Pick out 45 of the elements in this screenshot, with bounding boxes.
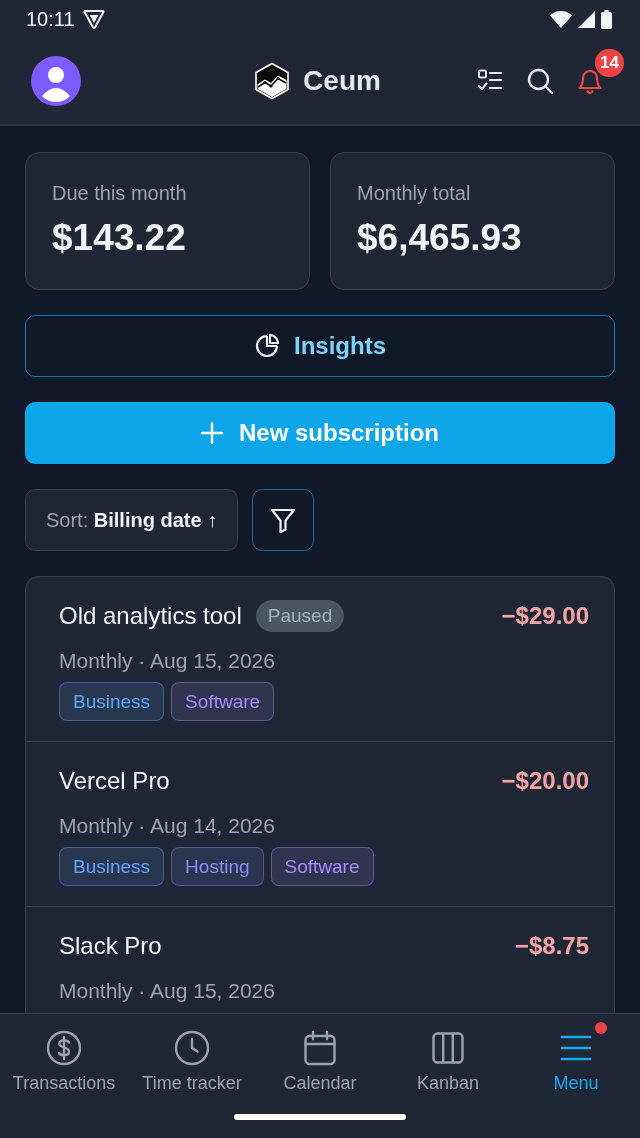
subscription-name[interactable]: Vercel Pro — [59, 767, 170, 795]
category-tag: Software — [270, 847, 374, 886]
nav-tab[interactable]: Menu — [512, 1019, 640, 1094]
stat-value: $6,465.93 — [357, 217, 522, 259]
subscription-amount: −$20.00 — [501, 767, 589, 795]
category-tag: Business — [59, 847, 165, 886]
billing-info: Monthly · Aug 15, 2026 — [59, 648, 275, 674]
notification-badge: 14 — [595, 49, 624, 77]
filter-icon — [269, 506, 298, 534]
subscription-name[interactable]: Slack Pro — [59, 932, 162, 960]
columns-icon — [430, 1030, 466, 1066]
category-tag: Software — [171, 682, 275, 721]
wifi-icon — [550, 10, 572, 28]
stat-value: $143.22 — [52, 217, 186, 259]
subscription-name[interactable]: Old analytics tool — [59, 602, 242, 630]
billing-info: Monthly · Aug 14, 2026 — [59, 813, 275, 839]
signal-icon — [578, 10, 595, 28]
dollar-circle-icon — [46, 1030, 82, 1066]
app-title: Ceum — [303, 65, 381, 97]
nav-tab[interactable]: Kanban — [384, 1019, 512, 1094]
battery-icon — [601, 9, 612, 29]
category-tag: Hosting — [171, 847, 264, 886]
subscription-amount: −$8.75 — [514, 932, 589, 960]
logo-icon — [254, 62, 291, 100]
insights-button[interactable]: Insights — [25, 315, 615, 377]
category-tag: Business — [59, 682, 165, 721]
pie-chart-icon — [254, 333, 280, 359]
shield-icon — [82, 9, 105, 29]
search-icon[interactable] — [526, 67, 554, 95]
bell-icon[interactable] — [576, 67, 604, 95]
sort-button[interactable]: Sort: Billing date ↑ — [25, 489, 239, 551]
nav-tab[interactable]: Calendar — [256, 1019, 384, 1094]
avatar-icon[interactable] — [31, 56, 81, 106]
plus-icon — [201, 422, 223, 444]
calendar-icon — [302, 1030, 338, 1066]
subscription-amount: −$29.00 — [501, 602, 589, 630]
nav-tab[interactable]: Transactions — [0, 1019, 128, 1094]
stat-label: Monthly total — [357, 181, 471, 205]
status-time: 10:11 — [26, 7, 75, 31]
status-badge: Paused — [255, 600, 345, 632]
filter-button[interactable] — [252, 489, 315, 551]
nav-tab[interactable]: Time tracker — [128, 1019, 256, 1094]
billing-info: Monthly · Aug 15, 2026 — [59, 978, 275, 1004]
clock-icon — [174, 1030, 210, 1066]
stat-label: Due this month — [52, 181, 187, 205]
